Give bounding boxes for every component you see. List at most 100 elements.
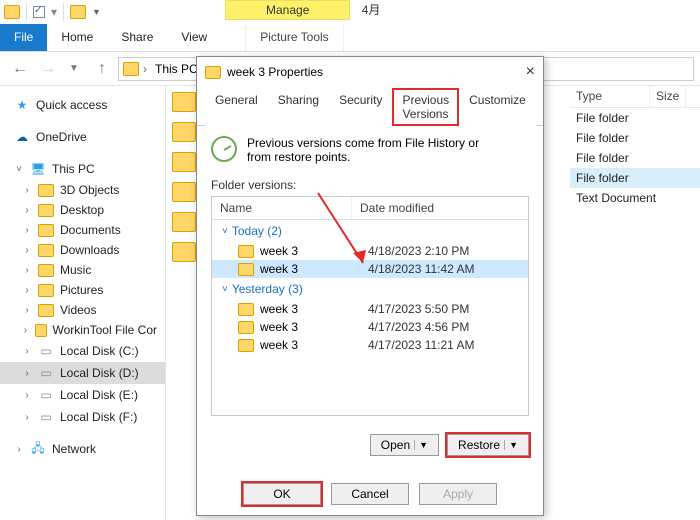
version-row[interactable]: week 34/17/2023 5:50 PM [212,300,528,318]
version-group[interactable]: ˅Yesterday (3) [212,278,528,300]
navitem-local-disk-d-[interactable]: ›▭Local Disk (D:) [0,362,165,384]
col-size[interactable]: Size [650,86,686,107]
restore-button[interactable]: Restore▼ [447,434,529,456]
folder-icon [205,66,221,79]
expand-icon[interactable]: › [22,390,32,401]
tab-view[interactable]: View [167,24,221,51]
folder-icon[interactable] [172,122,196,142]
expand-icon[interactable]: ˅ [14,164,24,175]
tab-picture-tools[interactable]: Picture Tools [245,24,343,51]
folder-icon[interactable] [172,242,196,262]
dropdown-icon[interactable]: ▾ [51,5,57,19]
tab-previous-versions[interactable]: Previous Versions [392,88,459,126]
version-row[interactable]: week 34/17/2023 4:56 PM [212,318,528,336]
list-item[interactable]: File folder [570,108,700,128]
expand-icon[interactable]: › [22,325,29,336]
version-action-buttons: Open▼ Restore▼ [197,426,543,456]
close-button[interactable]: × [526,63,535,81]
context-group-name: 4月 [362,1,381,18]
dialog-panel: Previous versions come from File History… [197,126,543,426]
navitem-this-pc[interactable]: ˅🖥This PC [0,158,165,180]
ok-button[interactable]: OK [243,483,321,505]
col-type[interactable]: Type [570,86,650,107]
navitem-local-disk-c-[interactable]: ›▭Local Disk (C:) [0,340,165,362]
version-row[interactable]: week 34/18/2023 2:10 PM [212,242,528,260]
disk-icon: ▭ [38,409,54,425]
navitem-downloads[interactable]: ›Downloads [0,240,165,260]
expand-icon[interactable]: › [22,346,32,357]
navitem-documents[interactable]: ›Documents [0,220,165,240]
up-button[interactable]: ↑ [90,57,114,81]
forward-button[interactable]: → [34,57,58,81]
dialog-titlebar[interactable]: week 3 Properties × [197,57,543,87]
hint-text: Previous versions come from File History… [247,136,497,164]
checkbox-icon[interactable] [33,6,45,18]
tab-sharing[interactable]: Sharing [268,88,329,126]
properties-dialog: week 3 Properties × General Sharing Secu… [196,56,544,516]
folder-icon [38,264,54,277]
cancel-button[interactable]: Cancel [331,483,409,505]
list-item[interactable]: Text Document [570,188,700,208]
list-item[interactable]: File folder [570,148,700,168]
col-date[interactable]: Date modified [352,197,442,219]
folder-icon[interactable] [172,92,196,112]
folder-icon[interactable] [172,182,196,202]
disk-icon: ▭ [38,387,54,403]
tab-home[interactable]: Home [47,24,107,51]
folder-icon [38,224,54,237]
navitem-pictures[interactable]: ›Pictures [0,280,165,300]
chevron-down-icon[interactable]: ▼ [504,440,518,450]
expand-icon[interactable]: › [22,265,32,276]
version-list-header: Name Date modified [212,197,528,220]
navitem-local-disk-f-[interactable]: ›▭Local Disk (F:) [0,406,165,428]
recent-locations-button[interactable]: ▼ [62,57,86,81]
open-button[interactable]: Open▼ [370,434,439,456]
tab-general[interactable]: General [205,88,268,126]
folder-icon [38,304,54,317]
tab-share[interactable]: Share [107,24,167,51]
expand-icon[interactable]: › [22,185,32,196]
chevron-down-icon: ˅ [222,226,228,237]
file-type-list: File folderFile folderFile folderFile fo… [570,108,700,208]
navitem-music[interactable]: ›Music [0,260,165,280]
breadcrumb-item[interactable]: This PC [151,62,202,76]
folder-icon[interactable] [172,152,196,172]
expand-icon[interactable]: › [22,225,32,236]
tab-security[interactable]: Security [329,88,392,126]
version-group[interactable]: ˅Today (2) [212,220,528,242]
expand-icon[interactable]: › [22,205,32,216]
expand-icon[interactable]: › [22,305,32,316]
expand-icon[interactable]: › [22,245,32,256]
navitem-network[interactable]: ›🖧Network [0,438,165,460]
list-item[interactable]: File folder [570,128,700,148]
folder-icon [238,303,254,316]
folder-icon[interactable] [172,212,196,232]
expand-icon[interactable]: › [14,444,24,455]
list-item[interactable]: File folder [570,168,700,188]
folder-icon[interactable] [4,5,20,19]
chevron-down-icon[interactable]: ▼ [414,440,428,450]
tab-customize[interactable]: Customize [459,88,536,126]
navitem-3d-objects[interactable]: ›3D Objects [0,180,165,200]
navitem-quick-access[interactable]: ★Quick access [0,94,165,116]
folder-icon [238,263,254,276]
tab-file[interactable]: File [0,24,47,51]
back-button[interactable]: ← [6,57,30,81]
navitem-desktop[interactable]: ›Desktop [0,200,165,220]
chevron-right-icon: › [143,62,147,76]
navitem-onedrive[interactable]: ☁OneDrive [0,126,165,148]
chevron-down-icon[interactable]: ▼ [92,7,101,17]
folder-icon[interactable] [70,5,86,19]
col-name[interactable]: Name [212,197,352,219]
expand-icon[interactable]: › [22,368,32,379]
apply-button[interactable]: Apply [419,483,497,505]
version-list[interactable]: Name Date modified ˅Today (2)week 34/18/… [211,196,529,416]
version-row[interactable]: week 34/17/2023 11:21 AM [212,336,528,354]
navitem-local-disk-e-[interactable]: ›▭Local Disk (E:) [0,384,165,406]
quick-access-toolbar: ▾ ▼ [4,3,101,21]
expand-icon[interactable]: › [22,285,32,296]
navitem-videos[interactable]: ›Videos [0,300,165,320]
navitem-workintool-file-cor[interactable]: ›WorkinTool File Cor [0,320,165,340]
expand-icon[interactable]: › [22,412,32,423]
version-row[interactable]: week 34/18/2023 11:42 AM [212,260,528,278]
